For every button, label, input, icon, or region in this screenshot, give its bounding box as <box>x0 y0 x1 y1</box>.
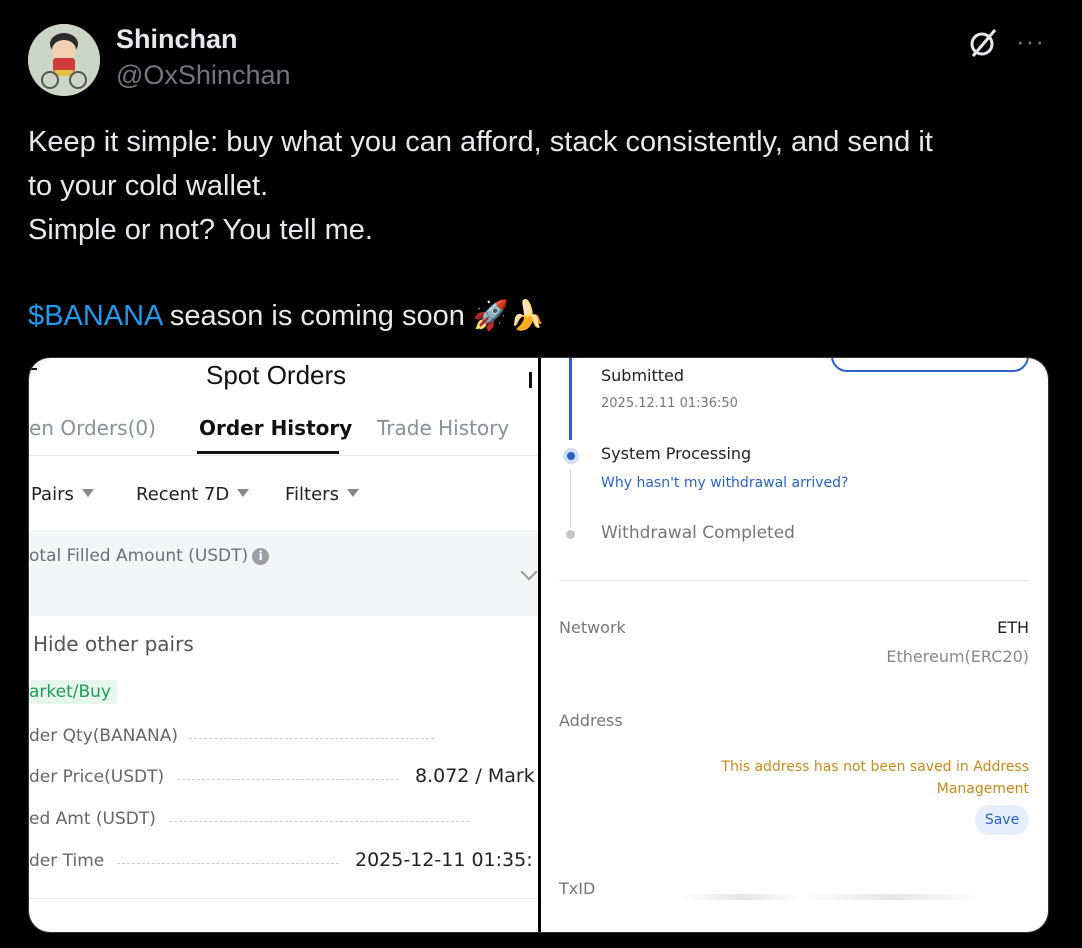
row-label: der Time <box>29 851 115 871</box>
row-value: 8.072 / Mark <box>415 765 535 787</box>
post-media[interactable]: Spot Orders en Orders(0) Order History T… <box>28 357 1049 933</box>
address-label: Address <box>559 711 623 730</box>
network-sub: Ethereum(ERC20) <box>886 647 1029 666</box>
chevron-down-icon <box>520 563 538 581</box>
row-label: ed Amt (USDT) <box>29 809 166 829</box>
tab-order-history: Order History <box>199 416 353 440</box>
txid-redacted <box>681 894 981 900</box>
post-text-line: to your cold wallet. <box>28 170 269 202</box>
filter-label: Filters <box>285 484 339 505</box>
help-link: Why hasn't my withdrawal arrived? <box>601 475 849 491</box>
dashed-leader <box>169 821 469 822</box>
page-title: Spot Orders <box>206 360 347 390</box>
author-name[interactable]: Shinchan <box>116 24 238 55</box>
post-text-line: $BANANA season is coming soon 🚀🍌 <box>28 294 1058 338</box>
order-type-badge: arket/Buy <box>29 680 117 704</box>
tab-open-orders: en Orders(0) <box>29 416 156 440</box>
caret-down-icon <box>81 489 94 497</box>
network-value: ETH <box>997 618 1029 637</box>
cancel-withdrawal-button <box>831 358 1029 372</box>
export-icon <box>529 372 532 388</box>
spot-orders-screenshot: Spot Orders en Orders(0) Order History T… <box>29 358 538 932</box>
filter-pairs: Pairs <box>31 484 94 505</box>
post-text-tail: season is coming soon 🚀🍌 <box>161 300 546 332</box>
current-step-dot <box>563 448 579 464</box>
post-text-line: Keep it simple: buy what you can afford,… <box>28 126 933 158</box>
filter-label: Recent 7D <box>136 484 230 505</box>
row-label: der Qty(BANANA) <box>29 726 188 746</box>
step-submitted: Submitted <box>601 366 685 385</box>
grok-icon[interactable] <box>966 26 1000 60</box>
row-label: der Price(USDT) <box>29 767 175 787</box>
divider <box>29 455 538 456</box>
order-row: ed Amt (USDT) <box>29 809 538 833</box>
row-value: 2025-12-11 01:35: <box>355 849 533 871</box>
pending-step-dot <box>566 530 575 539</box>
filter-more: Filters <box>285 484 359 505</box>
dashed-leader <box>117 863 339 864</box>
order-row: der Qty(BANANA) <box>29 726 538 750</box>
dashed-leader <box>189 738 434 739</box>
step-completed: Withdrawal Completed <box>601 523 795 543</box>
cashtag-link[interactable]: $BANANA <box>28 300 162 332</box>
hide-other-pairs: Hide other pairs <box>33 632 194 656</box>
info-icon: i <box>252 548 270 565</box>
back-icon <box>29 368 37 370</box>
author-handle[interactable]: @OxShinchan <box>116 60 291 91</box>
progress-line-pending <box>570 470 571 528</box>
post-text-line: Simple or not? You tell me. <box>28 214 373 246</box>
step-processing: System Processing <box>601 444 752 463</box>
dashed-leader <box>177 779 399 780</box>
caret-down-icon <box>237 489 250 497</box>
order-row: der Time 2025-12-11 01:35: <box>29 849 538 875</box>
summary-panel: otal Filled Amount (USDT) i <box>29 530 538 616</box>
divider <box>559 580 1030 581</box>
address-warning: This address has not been saved in Addre… <box>721 759 1029 797</box>
progress-line-complete <box>569 358 572 440</box>
save-address-button: Save <box>975 805 1029 835</box>
order-row: der Price(USDT) 8.072 / Mark <box>29 765 538 791</box>
divider <box>29 898 538 899</box>
tab-trade-history: Trade History <box>377 416 510 440</box>
network-label: Network <box>559 618 626 637</box>
filter-period: Recent 7D <box>136 484 250 505</box>
summary-label: otal Filled Amount (USDT) i <box>29 546 270 566</box>
txid-label: TxID <box>559 879 596 898</box>
withdrawal-screenshot: Submitted 2025.12.11 01:36:50 System Pro… <box>541 358 1048 932</box>
submitted-time: 2025.12.11 01:36:50 <box>601 396 738 411</box>
caret-down-icon <box>346 489 359 497</box>
filter-label: Pairs <box>31 484 74 505</box>
post-text: Keep it simple: buy what you can afford,… <box>28 120 1058 338</box>
avatar[interactable] <box>28 24 100 96</box>
active-tab-indicator <box>197 451 339 454</box>
more-options-icon[interactable]: ··· <box>1016 26 1048 56</box>
